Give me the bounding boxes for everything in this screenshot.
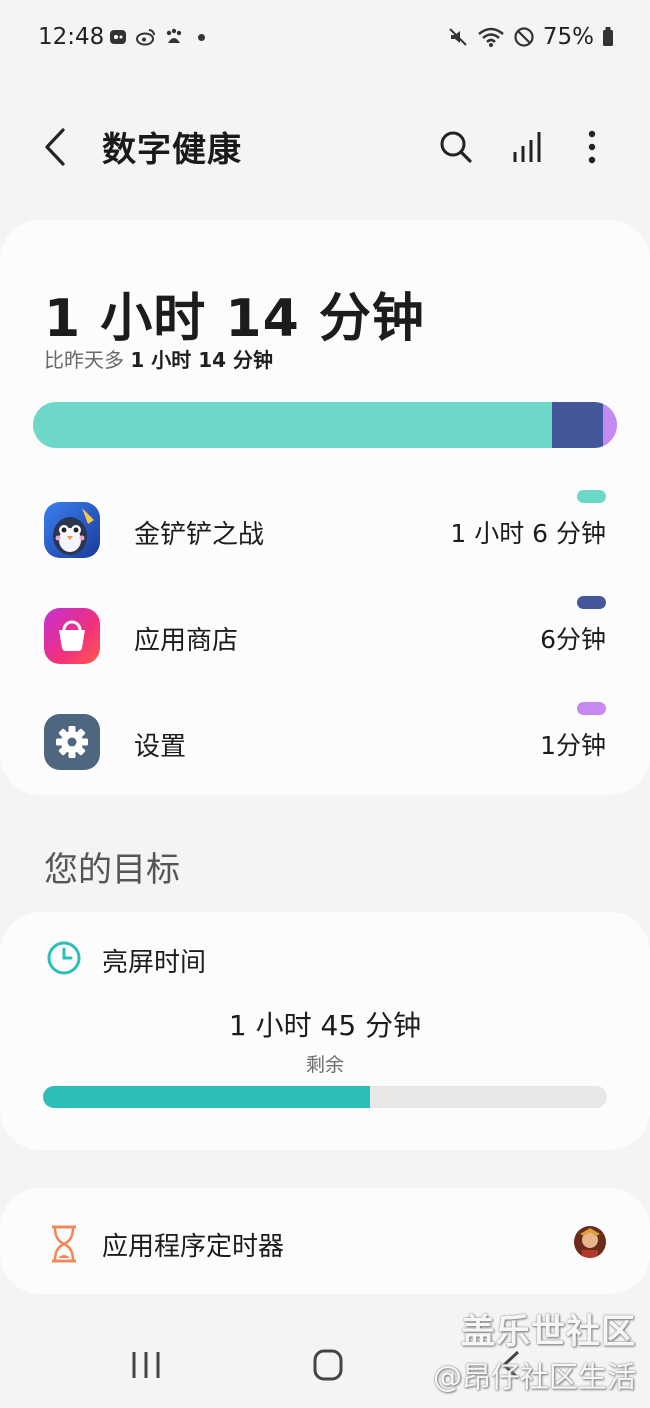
app-color-pill <box>577 596 606 609</box>
game-penguin-icon <box>44 502 100 558</box>
clock-icon <box>47 941 81 975</box>
screen-time-label: 亮屏时间 <box>102 948 207 978</box>
store-bag-icon <box>44 608 100 664</box>
battery-icon <box>603 27 613 46</box>
goal-progress-bar <box>43 1086 607 1108</box>
usage-bar[interactable] <box>33 402 617 448</box>
game-hero-icon <box>574 1226 606 1258</box>
remaining-label: 剩余 <box>305 1054 344 1076</box>
usage-bar-segment <box>602 402 617 448</box>
usage-bar-segment <box>33 402 552 448</box>
app-color-pill <box>577 702 606 715</box>
app-timer-label: 应用程序定时器 <box>102 1232 285 1262</box>
total-screen-time: 1 小时 14 分钟 <box>44 289 425 349</box>
compare-yesterday: 比昨天多 1 小时 14 分钟 <box>44 344 273 373</box>
home-icon[interactable] <box>308 1348 348 1382</box>
watermark-community: 盖乐世社区 <box>461 1312 636 1352</box>
status-bar: 12:48 75% <box>0 0 650 76</box>
watermark-author: @昂仔社区生活 <box>432 1360 636 1394</box>
app-bar: 数字健康 <box>0 100 650 194</box>
app-name: 应用商店 <box>134 626 239 656</box>
app-row-store[interactable]: 应用商店 6分钟 <box>0 596 650 708</box>
page-title: 数字健康 <box>102 130 242 170</box>
dot-icon <box>198 33 205 41</box>
remaining-time: 1 小时 45 分钟 <box>228 1009 422 1042</box>
app-color-pill <box>577 490 606 503</box>
hourglass-icon <box>52 1225 76 1263</box>
wifi-icon <box>478 27 504 47</box>
do-not-disturb-icon <box>514 27 534 47</box>
goal-progress-fill <box>43 1086 371 1108</box>
baidu-icon <box>166 28 182 43</box>
app-time: 1 小时 6 分钟 <box>450 519 606 548</box>
app-time: 6分钟 <box>540 625 606 654</box>
app-name: 金铲铲之战 <box>134 520 265 550</box>
search-icon[interactable] <box>436 126 476 168</box>
usage-bar-segment <box>551 402 603 448</box>
app-row-jinchanchan[interactable]: 金铲铲之战 1 小时 6 分钟 <box>0 490 650 602</box>
compare-value: 1 小时 14 分钟 <box>130 348 273 372</box>
section-title-goals: 您的目标 <box>44 850 180 890</box>
status-time: 12:48 <box>38 24 105 50</box>
compare-prefix: 比昨天多 <box>44 348 131 372</box>
app-time: 1分钟 <box>540 731 606 760</box>
back-button[interactable] <box>38 126 74 168</box>
status-notification-icons <box>108 27 205 47</box>
app-timer-card[interactable]: 应用程序定时器 <box>0 1188 650 1294</box>
battery-percent: 75% <box>542 24 594 50</box>
mute-icon <box>449 28 467 46</box>
app-row-settings[interactable]: 设置 1分钟 <box>0 702 650 814</box>
chart-icon[interactable] <box>508 126 548 168</box>
screen-time-goal-card[interactable]: 亮屏时间 1 小时 45 分钟 剩余 <box>0 912 650 1150</box>
status-system-icons: 75% <box>447 24 614 50</box>
recent-apps-icon[interactable] <box>126 1348 166 1382</box>
more-icon[interactable] <box>572 126 612 168</box>
app-name: 设置 <box>134 732 187 762</box>
settings-gear-icon <box>44 714 100 770</box>
app-notification-icon <box>110 30 126 44</box>
usage-card[interactable]: 1 小时 14 分钟 比昨天多 1 小时 14 分钟 金铲铲之战 1 小时 6 … <box>0 220 650 795</box>
weibo-icon <box>136 29 155 46</box>
